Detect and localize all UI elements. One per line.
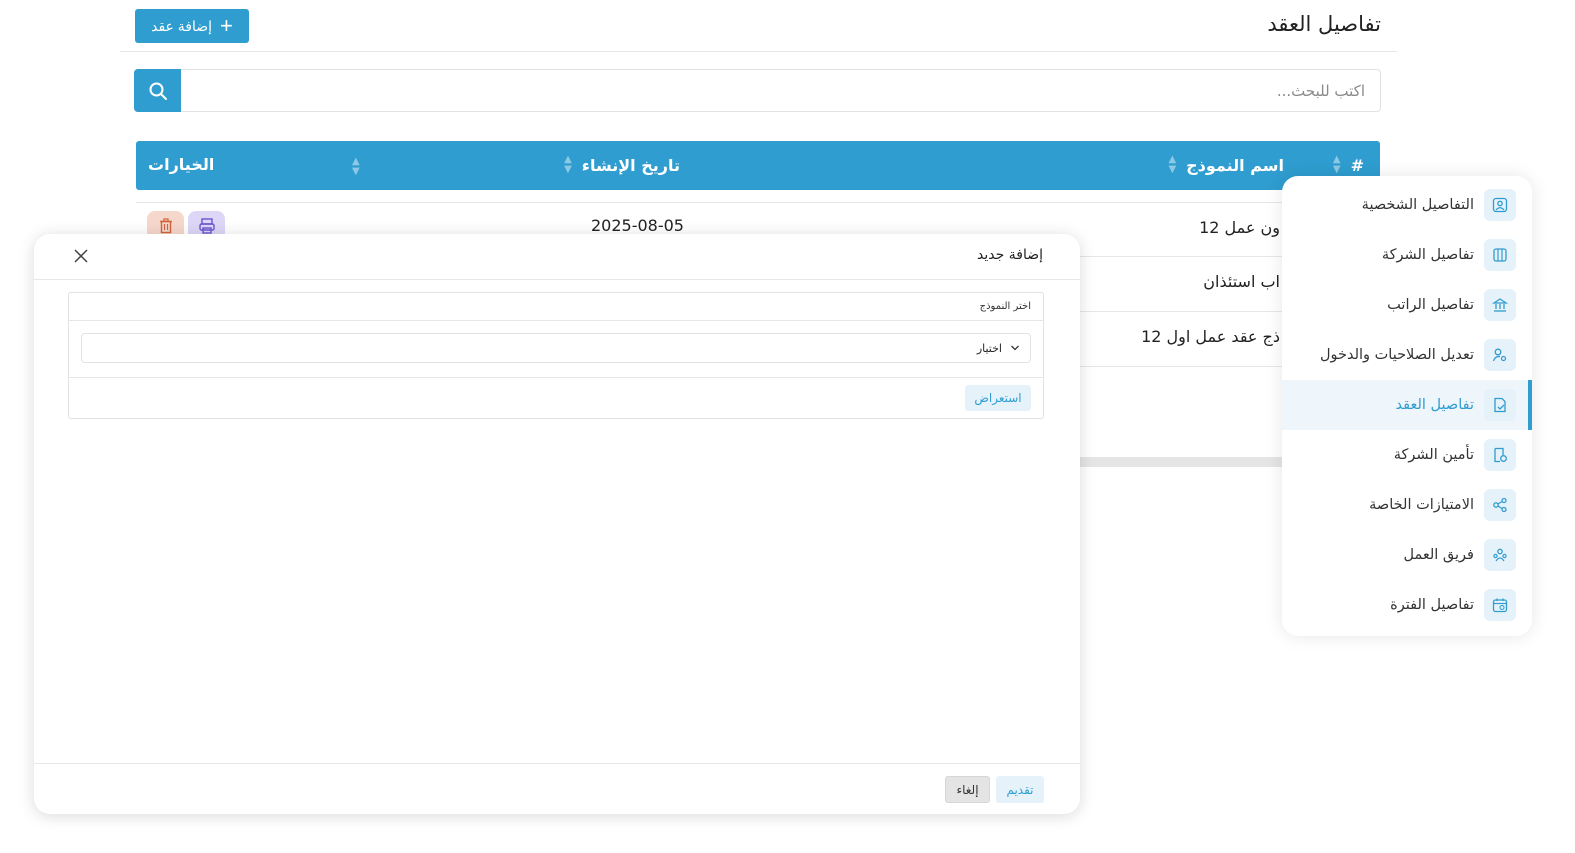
submit-button[interactable]: تقديم <box>996 776 1044 803</box>
page-title: تفاصيل العقد <box>1267 12 1381 36</box>
search-input[interactable] <box>181 70 1379 111</box>
close-icon[interactable] <box>72 247 90 265</box>
form-card-header: اختر النموذج <box>69 293 1043 321</box>
user-key-icon <box>1484 339 1516 371</box>
cancel-button[interactable]: إلغاء <box>945 776 990 803</box>
template-select-value: اختيار <box>976 342 1002 355</box>
share-icon <box>1484 489 1516 521</box>
contract-icon <box>1484 389 1516 421</box>
table-header: # ▲ ▼ اسم النموذج ▲ ▼ تاريخ الإنشاء ▲ ▼ الخ… <box>136 141 1380 190</box>
sidebar-item-team[interactable]: فريق العمل <box>1282 530 1532 580</box>
plus-icon: + <box>220 13 233 38</box>
bank-icon <box>1484 289 1516 321</box>
team-icon <box>1484 539 1516 571</box>
building-icon <box>1484 239 1516 271</box>
modal-title: إضافة جديد <box>977 247 1043 263</box>
sidebar-item-privileges[interactable]: الامتيازات الخاصة <box>1282 480 1532 530</box>
template-select[interactable]: اختيار <box>81 333 1031 363</box>
column-header-name[interactable]: اسم النموذج ▲ ▼ <box>1168 155 1284 175</box>
sidebar-item-period[interactable]: تفاصيل الفترة <box>1282 580 1532 630</box>
header-bar <box>120 0 1397 52</box>
sidebar-item-salary[interactable]: تفاصيل الراتب <box>1282 280 1532 330</box>
insurance-icon <box>1484 439 1516 471</box>
row-template-name: ذج عقد عمل اول 12 <box>1141 327 1280 346</box>
column-header-index[interactable]: # ▲ ▼ <box>1333 155 1364 175</box>
sidebar-item-company[interactable]: تفاصيل الشركة <box>1282 230 1532 280</box>
chevron-down-icon <box>1011 345 1019 351</box>
modal-header: إضافة جديد <box>34 234 1080 280</box>
add-contract-button[interactable]: + إضافة عقد <box>135 9 249 43</box>
search-icon <box>149 82 167 100</box>
sort-icon[interactable]: ▲ ▼ <box>352 157 360 177</box>
modal-footer-divider <box>34 763 1080 764</box>
calendar-icon <box>1484 589 1516 621</box>
sidebar-item-contract[interactable]: تفاصيل العقد <box>1282 380 1532 430</box>
sidebar-item-permissions[interactable]: تعديل الصلاحيات والدخول <box>1282 330 1532 380</box>
template-label: اختر النموذج <box>979 301 1031 312</box>
printer-icon <box>198 218 215 234</box>
sort-icon: ▲ ▼ <box>564 154 572 175</box>
user-icon <box>1484 189 1516 221</box>
horizontal-scrollbar[interactable] <box>1080 457 1285 467</box>
sidebar-item-insurance[interactable]: تأمين الشركة <box>1282 430 1532 480</box>
search-button[interactable] <box>134 69 181 112</box>
column-header-date[interactable]: تاريخ الإنشاء ▲ ▼ <box>564 155 680 175</box>
add-contract-label: إضافة عقد <box>151 17 213 34</box>
search-bar <box>134 69 1381 112</box>
sidebar: التفاصيل الشخصية تفاصيل الشركة تفاصيل ال… <box>1282 176 1532 636</box>
preview-button[interactable]: استعراض <box>965 385 1031 411</box>
add-new-modal: إضافة جديد اختر النموذج اختيار استعراض إ… <box>34 234 1080 814</box>
sidebar-item-personal[interactable]: التفاصيل الشخصية <box>1282 180 1532 230</box>
column-header-options: الخيارات <box>148 155 215 174</box>
divider <box>69 377 1043 378</box>
row-template-name: اب استئذان <box>1203 272 1280 291</box>
row-template-name: ون عمل 12 <box>1199 218 1280 237</box>
sort-icon: ▲ ▼ <box>1168 154 1177 175</box>
row-created-date: 2025-08-05 <box>591 216 684 235</box>
template-form-card: اختر النموذج اختيار استعراض <box>68 292 1044 419</box>
sort-icon: ▲ ▼ <box>1332 154 1341 175</box>
trash-icon <box>159 218 172 234</box>
